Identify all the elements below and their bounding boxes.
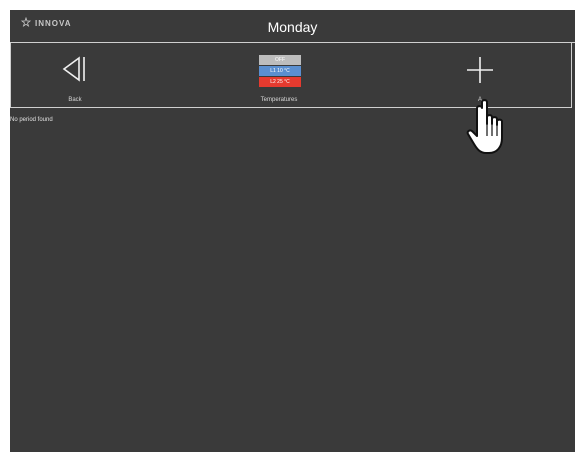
temperature-off: OFF <box>259 55 301 65</box>
temperatures-button[interactable]: OFF L1 10 °C L2 25 °C Temperatures <box>230 43 328 109</box>
toolbar: Back OFF L1 10 °C L2 25 °C Temperatures … <box>10 43 575 109</box>
title-bar: INNOVA Monday <box>10 10 575 43</box>
temperatures-label: Temperatures <box>260 97 298 103</box>
back-label: Back <box>68 97 82 103</box>
plus-icon <box>467 57 493 83</box>
temperature-levels: OFF L1 10 °C L2 25 °C <box>259 55 301 88</box>
temperature-l1: L1 10 °C <box>259 66 301 76</box>
empty-message: No period found <box>10 117 53 123</box>
device-screen: INNOVA Monday Back OFF L1 10 °C L2 25 °C… <box>10 10 575 452</box>
back-button[interactable]: Back <box>40 43 110 109</box>
back-triangle-icon <box>62 56 85 82</box>
temperature-l2: L2 25 °C <box>259 77 301 87</box>
page-title: Monday <box>267 19 318 35</box>
add-label: A <box>477 97 482 103</box>
add-button[interactable]: A <box>450 43 510 109</box>
